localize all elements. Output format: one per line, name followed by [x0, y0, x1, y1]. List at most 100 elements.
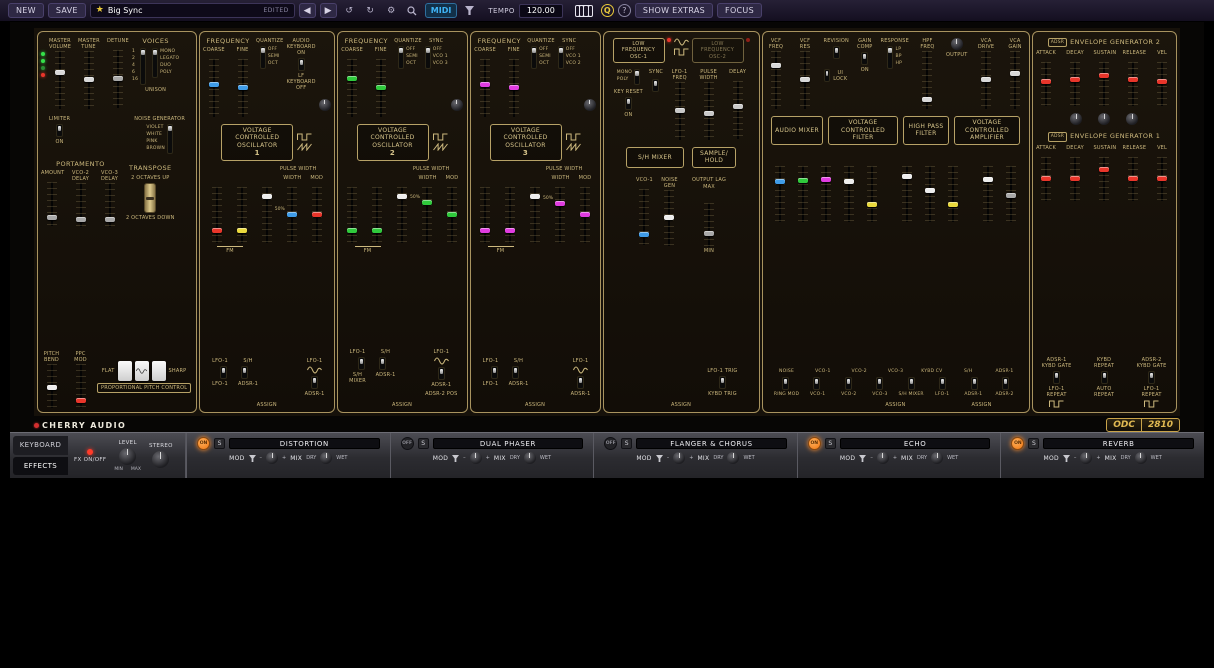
slider-track[interactable] — [316, 187, 318, 243]
lfo-sync-switch[interactable] — [652, 79, 659, 92]
slider-handle[interactable] — [287, 212, 297, 217]
route-switch[interactable] — [311, 376, 318, 389]
key-reset-switch[interactable] — [625, 97, 632, 110]
midi-button[interactable]: MIDI — [425, 3, 458, 18]
slider-handle[interactable] — [1099, 73, 1109, 78]
slider-track[interactable] — [668, 190, 670, 246]
fx-mod-knob[interactable] — [470, 452, 482, 464]
fx-mix-knob[interactable] — [931, 452, 943, 464]
fx-power-button[interactable]: OFF — [401, 437, 414, 450]
slider-track[interactable] — [825, 166, 827, 222]
slider-track[interactable] — [708, 203, 710, 247]
route-switch[interactable] — [438, 367, 445, 380]
fx-mod-knob[interactable] — [877, 452, 889, 464]
slider-track[interactable] — [401, 187, 403, 243]
toggle-switch[interactable] — [379, 357, 386, 370]
tempo-value[interactable]: 120.00 — [519, 4, 563, 18]
funnel-icon[interactable] — [859, 455, 866, 462]
slider-track[interactable] — [241, 187, 243, 243]
envelope-knob[interactable] — [1070, 113, 1082, 125]
slider-handle[interactable] — [775, 179, 785, 184]
slider-track[interactable] — [1161, 62, 1163, 106]
slider-track[interactable] — [513, 59, 515, 117]
slider-track[interactable] — [1074, 62, 1076, 106]
tab-keyboard[interactable]: KEYBOARD — [13, 436, 68, 455]
fx-mod-knob[interactable] — [1080, 452, 1092, 464]
slider-track[interactable] — [926, 51, 928, 109]
new-button[interactable]: NEW — [8, 3, 44, 18]
slider-track[interactable] — [242, 59, 244, 117]
slider-handle[interactable] — [113, 76, 123, 81]
slider-track[interactable] — [51, 364, 53, 408]
fx-solo-button[interactable]: S — [825, 438, 836, 449]
slider-track[interactable] — [213, 59, 215, 117]
fx-power-button[interactable]: ON — [197, 437, 210, 450]
slider-handle[interactable] — [238, 85, 248, 90]
fx-solo-button[interactable]: S — [1028, 438, 1039, 449]
settings-gear-icon[interactable]: ⚙ — [383, 3, 400, 18]
funnel-icon[interactable] — [1063, 455, 1070, 462]
show-extras-button[interactable]: SHOW EXTRAS — [635, 3, 713, 18]
slider-track[interactable] — [380, 59, 382, 117]
slider-track[interactable] — [985, 51, 987, 109]
toggle-switch[interactable] — [908, 377, 915, 390]
slider-handle[interactable] — [530, 194, 540, 199]
toggle-switch[interactable] — [220, 366, 227, 379]
slider-track[interactable] — [802, 166, 804, 222]
slider-track[interactable] — [509, 187, 511, 243]
slider-handle[interactable] — [675, 108, 685, 113]
fx-solo-button[interactable]: S — [418, 438, 429, 449]
selector-switch[interactable] — [398, 46, 404, 69]
slider-track[interactable] — [484, 187, 486, 243]
slider-handle[interactable] — [312, 212, 322, 217]
slider-handle[interactable] — [1041, 176, 1051, 181]
trigger-switch[interactable] — [719, 376, 726, 389]
zoom-magnifier-icon[interactable] — [404, 3, 421, 18]
slider-track[interactable] — [987, 166, 989, 222]
slider-track[interactable]: 50% — [291, 187, 293, 243]
slider-handle[interactable] — [922, 97, 932, 102]
slider-handle[interactable] — [925, 188, 935, 193]
slider-track[interactable] — [484, 59, 486, 117]
slider-track[interactable] — [1045, 157, 1047, 201]
slider-handle[interactable] — [84, 77, 94, 82]
vco3-knob[interactable] — [584, 99, 596, 111]
slider-handle[interactable] — [347, 76, 357, 81]
fx-mix-knob[interactable] — [320, 452, 332, 464]
slider-track[interactable] — [804, 51, 806, 109]
fx-mod-knob[interactable] — [266, 452, 278, 464]
slider-track[interactable] — [1132, 157, 1134, 201]
slider-track[interactable] — [679, 82, 681, 140]
ppc-sharp-pad[interactable] — [152, 361, 166, 381]
ui-lock-switch[interactable] — [824, 69, 830, 82]
slider-track[interactable] — [775, 51, 777, 109]
fx-power-button[interactable]: OFF — [604, 437, 617, 450]
selector-switch[interactable] — [152, 48, 158, 78]
slider-handle[interactable] — [347, 228, 357, 233]
fx-stereo-knob[interactable] — [152, 451, 169, 468]
slider-track[interactable]: 50% — [426, 187, 428, 243]
slider-track[interactable] — [351, 187, 353, 243]
toggle-switch[interactable] — [241, 366, 248, 379]
help-button[interactable]: ? — [618, 4, 631, 17]
toggle-switch[interactable] — [358, 357, 365, 370]
slider-handle[interactable] — [844, 179, 854, 184]
next-preset-button[interactable]: ▶ — [320, 3, 337, 18]
toggle-switch[interactable] — [939, 377, 946, 390]
slider-handle[interactable] — [105, 217, 115, 222]
filter-funnel-icon[interactable] — [461, 3, 478, 18]
slider-track[interactable] — [929, 166, 931, 222]
fx-mix-knob[interactable] — [524, 452, 536, 464]
slider-track[interactable] — [643, 189, 645, 245]
slider-handle[interactable] — [639, 232, 649, 237]
slider-handle[interactable] — [237, 228, 247, 233]
slider-track[interactable] — [1010, 166, 1012, 222]
slider-handle[interactable] — [209, 82, 219, 87]
focus-button[interactable]: FOCUS — [717, 3, 762, 18]
slider-handle[interactable] — [1128, 77, 1138, 82]
toggle-switch[interactable] — [971, 377, 978, 390]
slider-handle[interactable] — [555, 201, 565, 206]
slider-handle[interactable] — [1010, 71, 1020, 76]
slider-handle[interactable] — [902, 174, 912, 179]
envelope-knob[interactable] — [1126, 113, 1138, 125]
